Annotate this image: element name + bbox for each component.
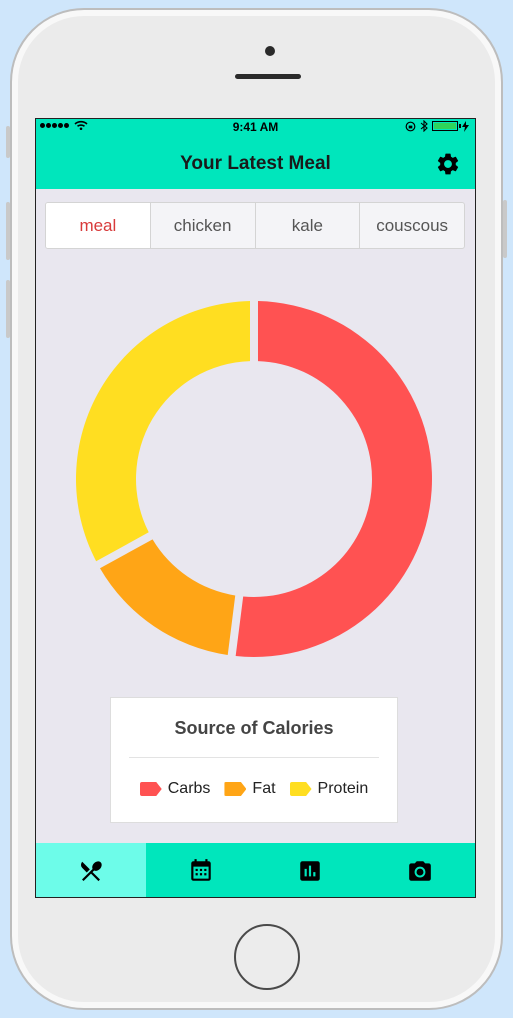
app-header: 9:41 AM Your Latest Meal bbox=[36, 119, 475, 189]
nav-meal[interactable] bbox=[36, 843, 146, 897]
home-button[interactable] bbox=[234, 924, 300, 990]
legend-item-carbs: Carbs bbox=[139, 780, 211, 798]
legend-items: Carbs Fat Protein bbox=[111, 780, 397, 798]
chart-legend: Source of Calories Carbs Fat Protein bbox=[110, 697, 398, 823]
donut-slice-carbs[interactable] bbox=[235, 301, 432, 657]
fork-knife-icon bbox=[80, 861, 102, 882]
charging-bolt-icon bbox=[462, 120, 469, 132]
earpiece-speaker bbox=[235, 74, 301, 79]
donut-slice-protein[interactable] bbox=[75, 301, 251, 562]
gear-icon[interactable] bbox=[435, 151, 461, 177]
tab-kale[interactable]: kale bbox=[254, 203, 360, 248]
tab-chicken[interactable]: chicken bbox=[149, 203, 255, 248]
power-button bbox=[503, 200, 507, 258]
status-icons bbox=[405, 120, 469, 132]
legend-title: Source of Calories bbox=[174, 718, 334, 738]
front-camera bbox=[265, 46, 275, 56]
calories-donut-chart bbox=[75, 301, 432, 657]
tab-couscous[interactable]: couscous bbox=[359, 203, 464, 248]
status-bar: 9:41 AM bbox=[36, 119, 475, 135]
legend-label-protein: Protein bbox=[317, 780, 369, 797]
app-screen: 9:41 AM Your Latest Meal meal chicken ka… bbox=[35, 118, 476, 898]
legend-item-protein: Protein bbox=[289, 780, 369, 798]
page-title: Your Latest Meal bbox=[180, 153, 331, 174]
bluetooth-icon bbox=[420, 120, 428, 132]
tab-meal[interactable]: meal bbox=[46, 203, 150, 248]
orientation-lock-icon bbox=[405, 121, 416, 131]
camera-icon bbox=[409, 861, 431, 881]
nav-camera[interactable] bbox=[365, 843, 475, 897]
legend-divider bbox=[129, 757, 379, 758]
calendar-icon bbox=[190, 859, 211, 881]
legend-label-fat: Fat bbox=[252, 780, 276, 797]
ingredient-tabs: meal chicken kale couscous bbox=[45, 202, 465, 249]
volume-up-button bbox=[6, 202, 10, 260]
battery-icon bbox=[432, 121, 461, 131]
volume-down-button bbox=[6, 280, 10, 338]
nav-stats[interactable] bbox=[256, 843, 366, 897]
nav-calendar[interactable] bbox=[146, 843, 256, 897]
legend-label-carbs: Carbs bbox=[167, 780, 211, 797]
legend-swatch-carbs bbox=[139, 782, 162, 796]
legend-swatch-protein bbox=[289, 782, 312, 796]
legend-swatch-fat bbox=[224, 782, 247, 796]
bar-chart-icon bbox=[300, 861, 321, 881]
bottom-navigation bbox=[36, 843, 475, 897]
legend-item-fat: Fat bbox=[224, 780, 276, 798]
mute-switch bbox=[6, 126, 10, 158]
donut-slice-fat[interactable] bbox=[99, 539, 236, 656]
